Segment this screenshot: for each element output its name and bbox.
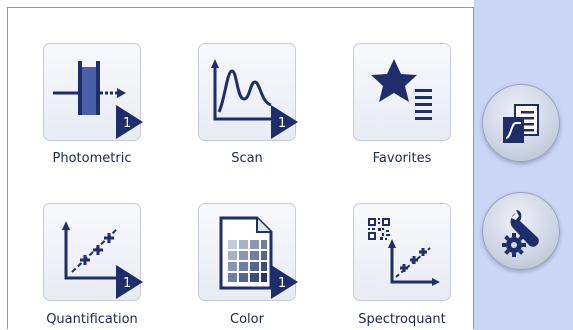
tile-badge-number: 1: [123, 276, 131, 291]
color-tile[interactable]: 1: [198, 203, 298, 301]
photometric-tile[interactable]: 1: [43, 43, 143, 141]
settings-wrench-icon: [502, 210, 539, 257]
spectroquant-label: Spectroquant: [358, 312, 446, 327]
favorites-tile[interactable]: [353, 43, 451, 141]
badge-icon: 1: [116, 265, 143, 299]
tile-badge-number: 1: [278, 116, 286, 131]
badge-icon: 1: [271, 105, 298, 139]
main-panel: 1 Photometric 1 Scan Favorites 1 Quantif…: [7, 7, 474, 329]
favorites-icon: [371, 59, 432, 120]
app-window: 1 Photometric 1 Scan Favorites 1 Quantif…: [0, 0, 573, 330]
favorites-label: Favorites: [372, 151, 432, 166]
color-label: Color: [230, 312, 264, 327]
spectroquant-icon: [368, 218, 440, 286]
scan-tile[interactable]: 1: [198, 43, 298, 141]
settings-button[interactable]: [482, 192, 560, 270]
badge-icon: 1: [271, 265, 298, 299]
badge-icon: 1: [116, 105, 143, 139]
tile-badge-number: 1: [278, 276, 286, 291]
quantification-tile[interactable]: 1: [43, 203, 143, 301]
sidebar: [474, 0, 573, 330]
tile-badge-number: 1: [123, 116, 131, 131]
scan-label: Scan: [231, 151, 263, 166]
qr-code-icon: [368, 218, 390, 240]
spectroquant-tile[interactable]: [353, 203, 451, 301]
method-document-icon: [503, 104, 539, 143]
method-document-button[interactable]: [482, 84, 560, 162]
quantification-label: Quantification: [46, 312, 138, 327]
photometric-label: Photometric: [52, 151, 132, 166]
